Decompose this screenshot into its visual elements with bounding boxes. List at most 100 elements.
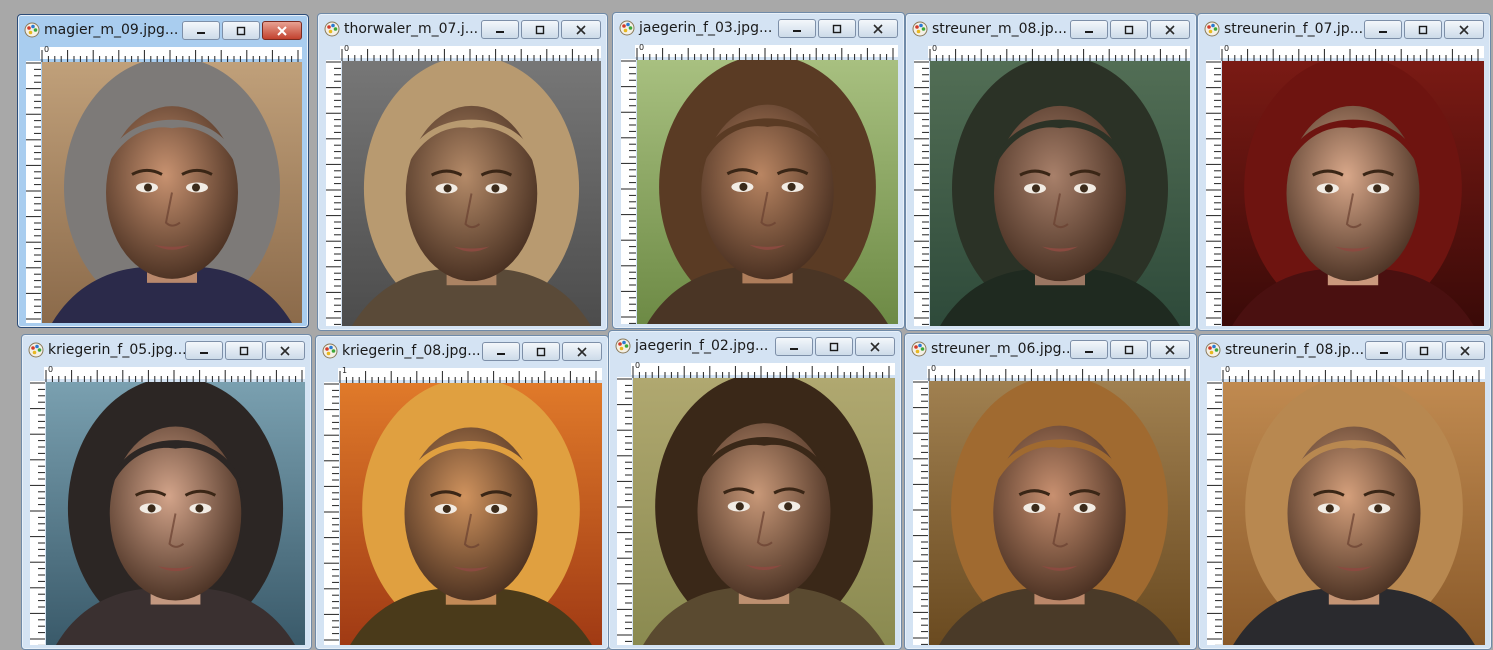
horizontal-ruler: 0 — [927, 364, 1190, 381]
maximize-icon — [534, 25, 546, 35]
close-icon — [1164, 344, 1176, 355]
ruler-origin-label: 0 — [48, 365, 54, 374]
maximize-icon — [1417, 25, 1429, 35]
maximize-button[interactable] — [521, 20, 559, 39]
minimize-button[interactable] — [1070, 340, 1108, 359]
close-button[interactable] — [1150, 340, 1190, 359]
image-window[interactable]: kriegerin_f_08.jpg... 1 — [315, 335, 609, 650]
maximize-button[interactable] — [1405, 341, 1443, 360]
portrait-image — [46, 382, 305, 645]
maximize-icon — [535, 347, 547, 357]
minimize-button[interactable] — [1070, 20, 1108, 39]
window-title-bar[interactable]: streunerin_f_08.jp... — [1199, 335, 1491, 367]
vertical-ruler — [913, 380, 928, 645]
maximize-button[interactable] — [222, 21, 260, 40]
app-palette-icon — [615, 338, 631, 354]
close-button[interactable] — [858, 19, 898, 38]
minimize-button[interactable] — [481, 20, 519, 39]
horizontal-ruler: 0 — [44, 365, 305, 382]
close-icon — [576, 346, 588, 357]
window-title-bar[interactable]: streuner_m_08.jp... — [906, 14, 1196, 46]
close-button[interactable] — [561, 20, 601, 39]
horizontal-ruler: 1 — [338, 366, 602, 383]
close-icon — [1459, 345, 1471, 356]
window-title-bar[interactable]: magier_m_09.jpg... — [18, 15, 308, 47]
image-window[interactable]: magier_m_09.jpg... 0 — [17, 14, 309, 328]
image-window[interactable]: streunerin_f_08.jp... 0 — [1198, 334, 1492, 650]
app-palette-icon — [1205, 342, 1221, 358]
image-window[interactable]: jaegerin_f_02.jpg... 0 — [608, 330, 902, 650]
window-title-bar[interactable]: jaegerin_f_02.jpg... — [609, 331, 901, 363]
minimize-button[interactable] — [778, 19, 816, 38]
ruler-origin-label: 0 — [44, 45, 50, 54]
close-button[interactable] — [562, 342, 602, 361]
ruler-origin-label: 0 — [1224, 44, 1230, 53]
minimize-button[interactable] — [185, 341, 223, 360]
close-button[interactable] — [1444, 20, 1484, 39]
minimize-button[interactable] — [482, 342, 520, 361]
close-button[interactable] — [265, 341, 305, 360]
close-button[interactable] — [262, 21, 302, 40]
maximize-icon — [235, 26, 247, 36]
app-palette-icon — [28, 342, 44, 358]
image-window[interactable]: streunerin_f_07.jp... 0 — [1197, 13, 1491, 331]
image-window[interactable]: streuner_m_08.jp... 0 — [905, 13, 1197, 331]
minimize-icon — [1083, 25, 1095, 35]
minimize-icon — [495, 347, 507, 357]
image-window[interactable]: streuner_m_06.jpg... 0 — [904, 333, 1197, 650]
window-title-bar[interactable]: kriegerin_f_08.jpg... — [316, 336, 608, 368]
minimize-icon — [494, 25, 506, 35]
image-window[interactable]: jaegerin_f_03.jpg... 0 — [612, 12, 905, 329]
ruler-origin-label: 0 — [635, 361, 641, 370]
horizontal-ruler: 0 — [635, 43, 898, 60]
portrait-image — [1223, 382, 1485, 645]
minimize-button[interactable] — [182, 21, 220, 40]
minimize-button[interactable] — [775, 337, 813, 356]
maximize-button[interactable] — [1110, 20, 1148, 39]
window-title-bar[interactable]: streuner_m_06.jpg... — [905, 334, 1196, 366]
image-window[interactable]: kriegerin_f_05.jpg... 0 — [21, 334, 312, 650]
app-palette-icon — [619, 20, 635, 36]
ruler-origin-label: 1 — [342, 366, 348, 375]
horizontal-ruler: 0 — [1220, 44, 1484, 61]
maximize-button[interactable] — [225, 341, 263, 360]
window-title: jaegerin_f_02.jpg... — [635, 338, 769, 354]
close-button[interactable] — [855, 337, 895, 356]
minimize-icon — [1377, 25, 1389, 35]
window-title-bar[interactable]: jaegerin_f_03.jpg... — [613, 13, 904, 45]
vertical-ruler — [914, 60, 929, 326]
maximize-button[interactable] — [815, 337, 853, 356]
window-title: jaegerin_f_03.jpg... — [639, 20, 773, 36]
vertical-ruler — [621, 59, 636, 324]
close-button[interactable] — [1445, 341, 1485, 360]
window-title-bar[interactable]: streunerin_f_07.jp... — [1198, 14, 1490, 46]
ruler-origin-label: 0 — [344, 44, 350, 53]
horizontal-ruler: 0 — [1221, 365, 1485, 382]
ruler-origin-label: 0 — [932, 44, 938, 53]
minimize-button[interactable] — [1364, 20, 1402, 39]
maximize-button[interactable] — [1110, 340, 1148, 359]
close-icon — [279, 345, 291, 356]
app-palette-icon — [911, 341, 927, 357]
minimize-icon — [788, 342, 800, 352]
image-window[interactable]: thorwaler_m_07.j... 0 — [317, 13, 608, 331]
vertical-ruler — [326, 60, 341, 326]
window-title: streunerin_f_08.jp... — [1225, 342, 1365, 358]
vertical-ruler — [30, 381, 45, 646]
window-title: streuner_m_08.jp... — [932, 21, 1067, 37]
minimize-button[interactable] — [1365, 341, 1403, 360]
minimize-icon — [198, 346, 210, 356]
horizontal-ruler: 0 — [40, 45, 302, 62]
close-icon — [872, 23, 884, 34]
close-icon — [575, 24, 587, 35]
window-title: kriegerin_f_08.jpg... — [342, 343, 481, 359]
close-button[interactable] — [1150, 20, 1190, 39]
maximize-button[interactable] — [522, 342, 560, 361]
maximize-button[interactable] — [1404, 20, 1442, 39]
window-title-bar[interactable]: thorwaler_m_07.j... — [318, 14, 607, 46]
maximize-button[interactable] — [818, 19, 856, 38]
ruler-origin-label: 0 — [931, 364, 937, 373]
vertical-ruler — [26, 61, 41, 323]
window-title: thorwaler_m_07.j... — [344, 21, 479, 37]
window-title-bar[interactable]: kriegerin_f_05.jpg... — [22, 335, 311, 367]
